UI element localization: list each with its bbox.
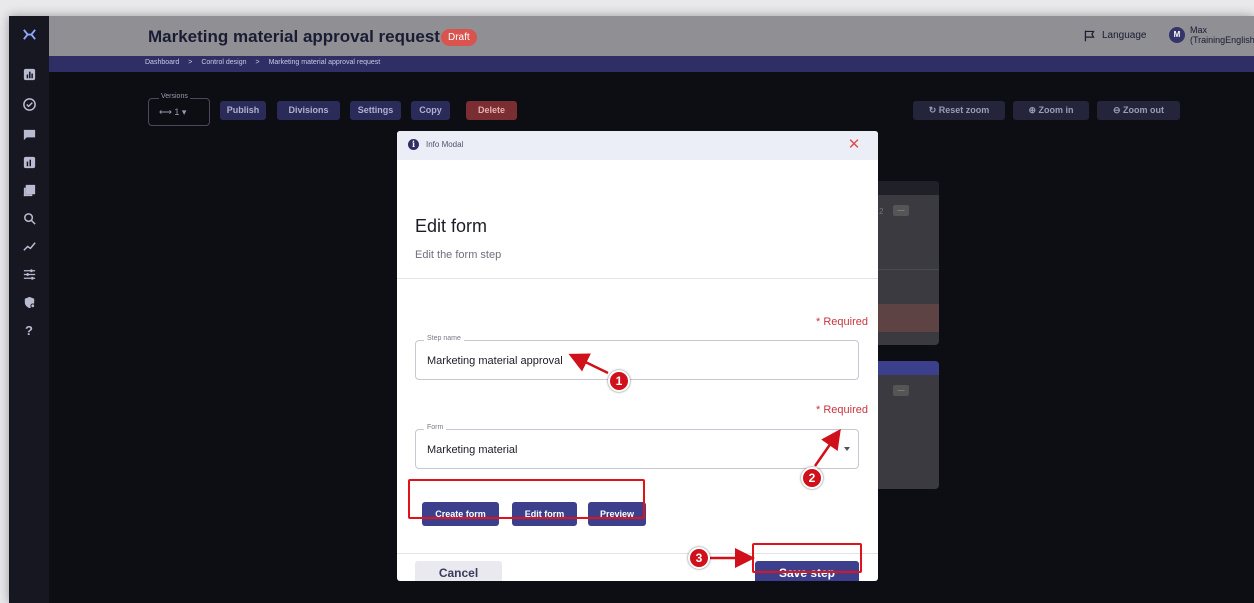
required-label: * Required <box>816 316 868 328</box>
copy-button[interactable]: Copy <box>411 101 450 120</box>
preview-button[interactable]: Preview <box>588 502 646 526</box>
form-value: Marketing material <box>427 444 518 456</box>
chart-icon[interactable] <box>16 152 42 172</box>
step-name-field[interactable]: Step name Marketing material approval <box>415 335 859 380</box>
library-icon[interactable] <box>16 180 42 200</box>
versions-select[interactable]: Versions ⟷ 1 ▾ <box>148 93 210 126</box>
zoom-in-button[interactable]: ⊕ Zoom in <box>1013 101 1089 120</box>
breadcrumb-dashboard[interactable]: Dashboard <box>145 59 179 66</box>
breadcrumb: Dashboard > Control design > Marketing m… <box>145 59 380 66</box>
chat-icon[interactable] <box>16 124 42 144</box>
step-name-legend: Step name <box>424 335 464 342</box>
edit-form-modal: i Info Modal ✕ Edit form Edit the form s… <box>397 131 878 581</box>
card-minus-button[interactable]: — <box>893 385 909 396</box>
breadcrumb-control-design[interactable]: Control design <box>201 59 246 66</box>
user-menu[interactable]: Max (TrainingEnglish) <box>1190 25 1254 45</box>
sliders-icon[interactable] <box>16 264 42 284</box>
step-name-value: Marketing material approval <box>427 355 563 367</box>
modal-header-title: Info Modal <box>426 140 464 149</box>
cancel-button[interactable]: Cancel <box>415 561 502 581</box>
logo-icon[interactable] <box>16 24 42 44</box>
modal-title: Edit form <box>415 216 488 236</box>
divider <box>397 553 878 554</box>
breadcrumb-separator: > <box>255 59 260 66</box>
sidebar: ? <box>9 16 49 603</box>
dashboard-icon[interactable] <box>16 64 42 84</box>
breadcrumb-separator: > <box>188 59 193 66</box>
edit-form-button[interactable]: Edit form <box>512 502 577 526</box>
zoom-out-button[interactable]: ⊖ Zoom out <box>1097 101 1180 120</box>
avatar[interactable]: M <box>1169 27 1185 43</box>
reset-zoom-button[interactable]: ↻ Reset zoom <box>913 101 1005 120</box>
check-circle-icon[interactable] <box>16 94 42 114</box>
create-form-button[interactable]: Create form <box>422 502 499 526</box>
page-title: Marketing material approval request <box>148 27 440 46</box>
divider <box>397 278 878 279</box>
search-icon[interactable] <box>16 208 42 228</box>
trend-icon[interactable] <box>16 236 42 256</box>
breadcrumb-bar: Dashboard > Control design > Marketing m… <box>49 56 1254 72</box>
card-minus-button[interactable]: — <box>893 205 909 216</box>
app-window: ? Marketing material approval request Dr… <box>9 16 1254 603</box>
language-label: Language <box>1102 30 1147 41</box>
user-account: (TrainingEnglish) <box>1190 35 1254 45</box>
form-select[interactable]: Form Marketing material <box>415 424 859 469</box>
flag-icon <box>1084 30 1095 42</box>
chevron-down-icon[interactable] <box>844 447 850 451</box>
help-icon[interactable]: ? <box>16 320 42 340</box>
close-icon[interactable]: ✕ <box>845 136 863 154</box>
modal-subtitle: Edit the form step <box>415 249 502 261</box>
versions-legend: Versions <box>159 93 190 100</box>
form-legend: Form <box>424 424 447 431</box>
shield-icon[interactable] <box>16 292 42 312</box>
header-bar: Marketing material approval request Draf… <box>49 16 1254 56</box>
modal-header: i Info Modal ✕ <box>397 131 878 160</box>
versions-value: ⟷ 1 ▾ <box>159 107 187 117</box>
divisions-button[interactable]: Divisions <box>277 101 340 120</box>
settings-button[interactable]: Settings <box>350 101 401 120</box>
delete-button[interactable]: Delete <box>466 101 517 120</box>
publish-button[interactable]: Publish <box>220 101 266 120</box>
save-step-button[interactable]: Save step <box>755 561 859 581</box>
card-counter: 2 <box>879 207 884 216</box>
language-selector[interactable]: Language <box>1083 29 1147 42</box>
info-icon: i <box>408 139 419 150</box>
status-badge: Draft <box>441 29 477 46</box>
breadcrumb-current: Marketing material approval request <box>268 59 381 66</box>
user-name: Max <box>1190 25 1208 35</box>
required-label: * Required <box>816 404 868 416</box>
